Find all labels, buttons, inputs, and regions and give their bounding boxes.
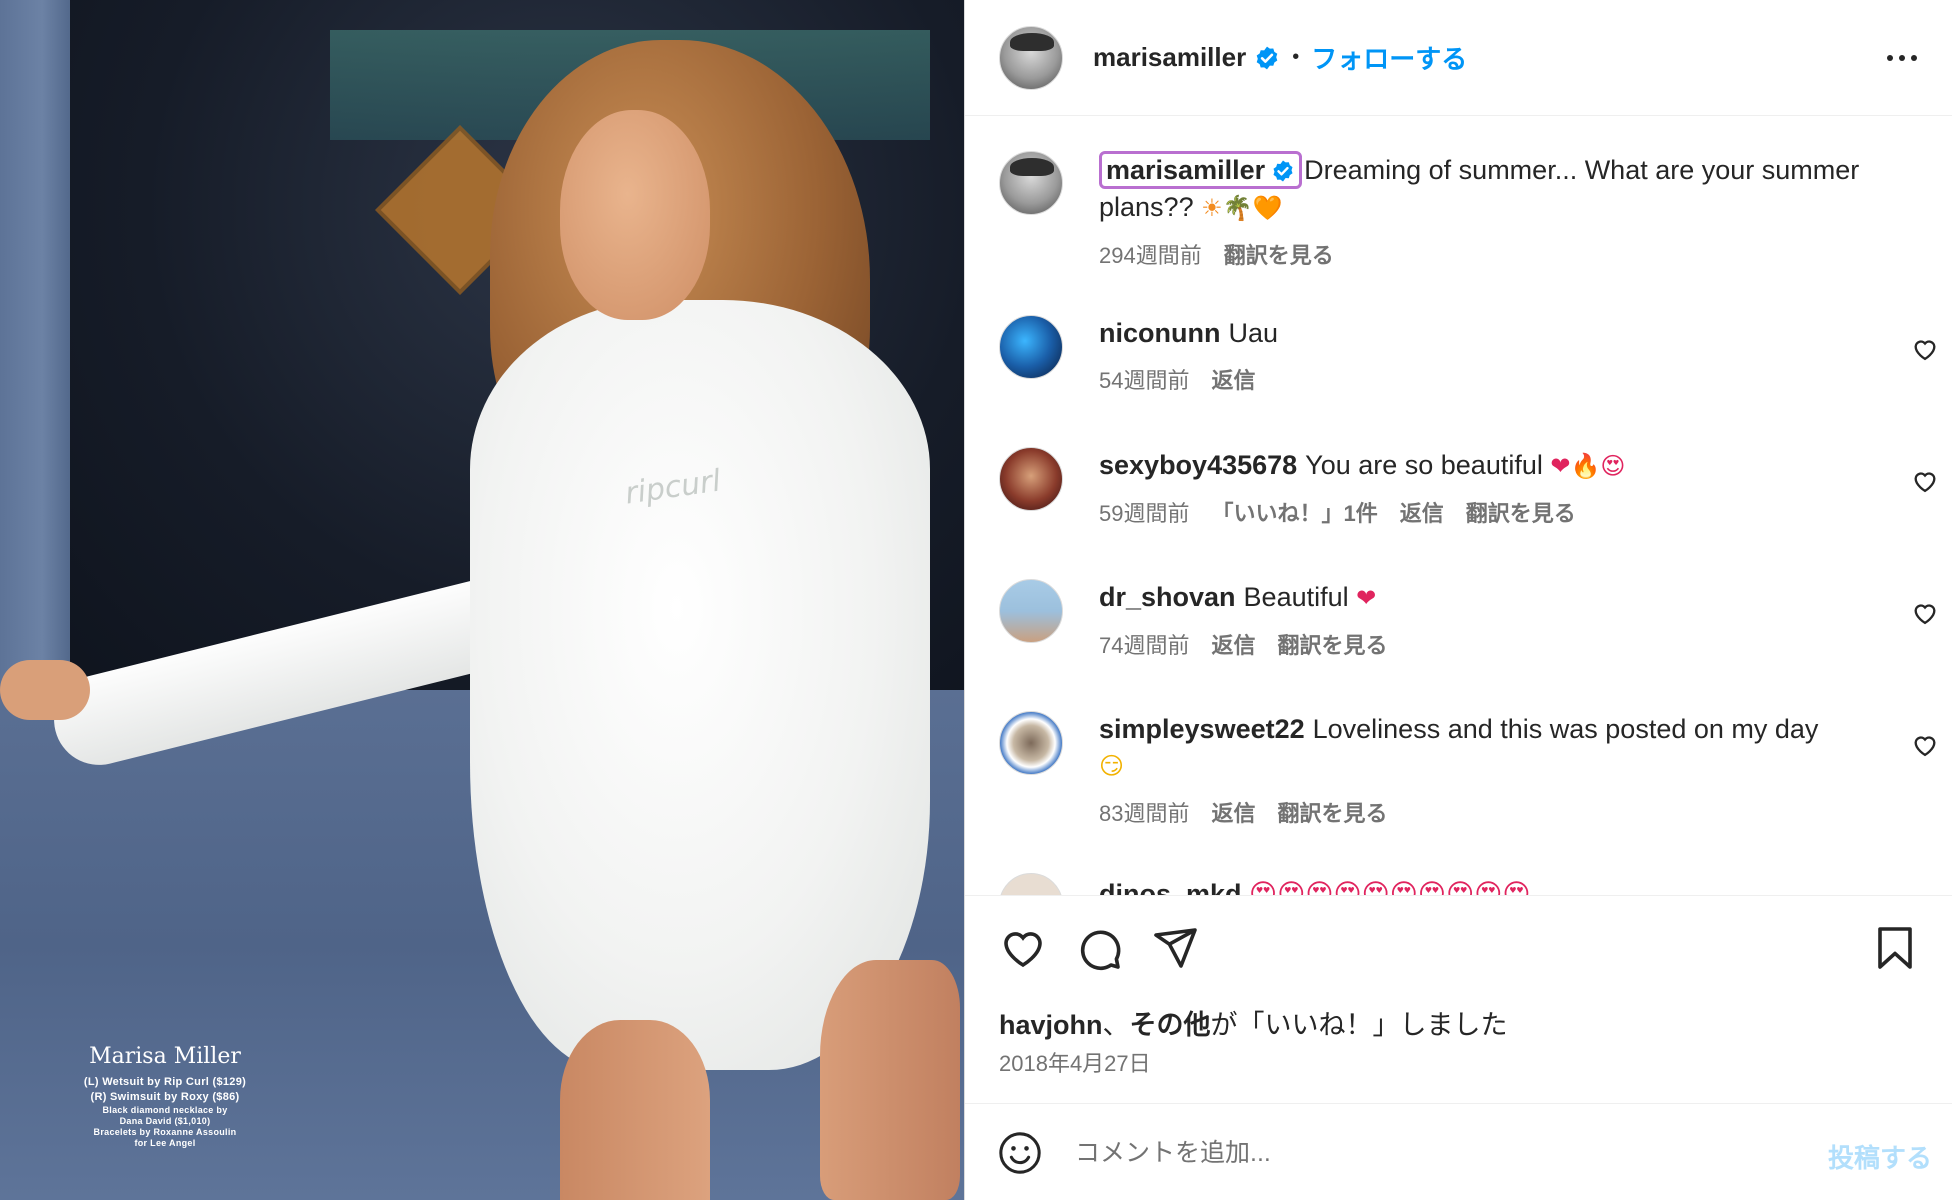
comment-text-block: simpleysweet22 Loveliness and this was po… — [1099, 711, 1889, 784]
comment-emojis: ❤🔥😍 — [1550, 452, 1626, 480]
comment-text-block: sexyboy435678 You are so beautiful ❤🔥😍 — [1099, 447, 1889, 484]
partial-comment-emojis: 😍😍😍😍😍😍😍😍😍😍 — [1249, 879, 1531, 895]
post-comment-button[interactable]: 投稿する — [1828, 1138, 1932, 1175]
verified-badge-icon — [1254, 45, 1280, 71]
comment-text: Beautiful — [1243, 582, 1357, 612]
commenter-avatar[interactable] — [999, 315, 1063, 379]
commenter-avatar[interactable] — [999, 579, 1063, 643]
comment-text-block: niconunn Uau — [1099, 315, 1889, 351]
comment-input[interactable] — [1075, 1130, 1715, 1176]
comment-composer: 投稿する — [965, 1103, 1952, 1200]
commenter-avatar[interactable] — [999, 711, 1063, 775]
credits-line-6: for Lee Angel — [134, 1138, 196, 1148]
caption-username-text: marisamiller — [1106, 155, 1266, 185]
comment-emojis: 😏 — [1099, 752, 1125, 780]
credits-name: Marisa Miller — [89, 1044, 241, 1069]
bookmark-icon[interactable] — [1871, 924, 1919, 972]
reply-button[interactable]: 返信 — [1400, 496, 1444, 528]
photo-leg-right — [820, 960, 960, 1200]
comment-time[interactable]: 59週間前 — [1099, 496, 1189, 528]
comment-text-block: dr_shovan Beautiful ❤ — [1099, 579, 1889, 616]
reply-button[interactable]: 返信 — [1211, 628, 1255, 660]
comment-like-heart-icon[interactable] — [1911, 599, 1939, 627]
post-header: marisamiller • フォローする — [965, 0, 1952, 116]
partial-comment-text: dinos_mkd 😍😍😍😍😍😍😍😍😍😍 — [1099, 879, 1531, 895]
comment-row-partial: dinos_mkd 😍😍😍😍😍😍😍😍😍😍 — [999, 865, 1939, 895]
comment-text: Loveliness and this was posted on my day — [1312, 714, 1819, 744]
commenter-avatar[interactable] — [999, 873, 1063, 895]
likes-suffix: が「いいね！」しました — [1210, 1010, 1508, 1040]
comment-time[interactable]: 54週間前 — [1099, 363, 1189, 395]
comment-icon[interactable] — [1075, 924, 1123, 972]
verified-badge-icon — [1271, 159, 1295, 183]
caption-text-block: marisamiller Dreaming of summer... What … — [1099, 151, 1889, 226]
reply-button[interactable]: 返信 — [1211, 363, 1255, 395]
caption-translate-button[interactable]: 翻訳を見る — [1224, 238, 1334, 270]
post-photo[interactable]: ripcurl Marisa Miller (L) Wetsuit by Rip… — [0, 0, 964, 1200]
comment-likes-count[interactable]: 「いいね！」1件 — [1211, 496, 1377, 528]
comment-text: Uau — [1228, 318, 1279, 348]
translate-button[interactable]: 翻訳を見る — [1466, 496, 1576, 528]
commenter-username[interactable]: niconunn — [1099, 318, 1220, 348]
comment-like-heart-icon[interactable] — [1911, 731, 1939, 759]
comment-meta: 83週間前 返信 翻訳を見る — [1099, 796, 1889, 828]
comment-body: dr_shovan Beautiful ❤ 74週間前 返信 翻訳を見る — [1099, 579, 1889, 660]
instagram-post-view: ripcurl Marisa Miller (L) Wetsuit by Rip… — [0, 0, 1952, 1200]
photo-hand — [0, 660, 90, 720]
commenter-avatar[interactable] — [999, 447, 1063, 511]
commenter-username[interactable]: sexyboy435678 — [1099, 450, 1297, 480]
credits-line-1: (L) Wetsuit by Rip Curl ($129) — [83, 1076, 247, 1088]
translate-button[interactable]: 翻訳を見る — [1278, 628, 1388, 660]
heart-icon[interactable] — [999, 924, 1047, 972]
header-separator: • — [1292, 46, 1300, 68]
caption-avatar[interactable] — [999, 151, 1063, 215]
credits-line-2: (R) Swimsuit by Roxy ($86) — [90, 1091, 240, 1103]
reply-button[interactable]: 返信 — [1211, 796, 1255, 828]
photo-leg-left — [560, 1020, 710, 1200]
caption-body: marisamiller Dreaming of summer... What … — [1099, 151, 1889, 270]
comment-meta: 54週間前 返信 — [1099, 363, 1889, 395]
credits-line-3: Black diamond necklace by — [102, 1105, 228, 1115]
author-username[interactable]: marisamiller — [1093, 42, 1246, 73]
likes-sep: 、 — [1102, 1010, 1130, 1040]
photo-credits: Marisa Miller (L) Wetsuit by Rip Curl ($… — [60, 1044, 270, 1149]
comment-meta: 74週間前 返信 翻訳を見る — [1099, 628, 1889, 660]
commenter-username[interactable]: dr_shovan — [1099, 582, 1236, 612]
post-side-panel: marisamiller • フォローする marisamiller Dream… — [965, 0, 1952, 1200]
post-actions-bar — [965, 895, 1952, 995]
likes-user-link[interactable]: havjohn — [999, 1010, 1103, 1040]
comment-meta: 59週間前 「いいね！」1件 返信 翻訳を見る — [1099, 496, 1889, 528]
comments-list[interactable]: marisamiller Dreaming of summer... What … — [965, 117, 1952, 895]
likes-summary: havjohn、その他が「いいね！」しました — [999, 1003, 1508, 1042]
comment-body: niconunn Uau 54週間前 返信 — [1099, 315, 1889, 395]
caption-username[interactable]: marisamiller — [1099, 151, 1303, 189]
caption-emojis: ☀🌴🧡 — [1201, 194, 1283, 222]
commenter-username[interactable]: dinos_mkd — [1099, 879, 1242, 895]
credits-line-4: Dana David ($1,010) — [119, 1116, 211, 1126]
comment-emojis: ❤ — [1356, 584, 1377, 612]
follow-button[interactable]: フォローする — [1311, 39, 1467, 76]
comment-time[interactable]: 74週間前 — [1099, 628, 1189, 660]
photo-face — [560, 110, 710, 320]
credits-line-5: Bracelets by Roxanne Assoulin — [93, 1127, 237, 1137]
post-date[interactable]: 2018年4月27日 — [999, 1046, 1151, 1078]
caption-meta: 294週間前 翻訳を見る — [1099, 238, 1889, 270]
comment-like-heart-icon[interactable] — [1911, 467, 1939, 495]
share-icon[interactable] — [1151, 924, 1199, 972]
commenter-username[interactable]: simpleysweet22 — [1099, 714, 1305, 744]
photo-wetsuit — [470, 300, 930, 1070]
translate-button[interactable]: 翻訳を見る — [1278, 796, 1388, 828]
comment-like-heart-icon[interactable] — [1911, 335, 1939, 363]
author-avatar[interactable] — [999, 25, 1063, 90]
comment-time[interactable]: 83週間前 — [1099, 796, 1189, 828]
more-options-icon[interactable] — [1882, 40, 1922, 76]
comment-body: sexyboy435678 You are so beautiful ❤🔥😍 59… — [1099, 447, 1889, 528]
emoji-smile-icon[interactable] — [997, 1130, 1043, 1176]
comment-body: simpleysweet22 Loveliness and this was po… — [1099, 711, 1889, 828]
caption-time[interactable]: 294週間前 — [1099, 238, 1202, 270]
comment-text: You are so beautiful — [1305, 450, 1551, 480]
likes-others-link[interactable]: その他 — [1130, 1010, 1211, 1040]
